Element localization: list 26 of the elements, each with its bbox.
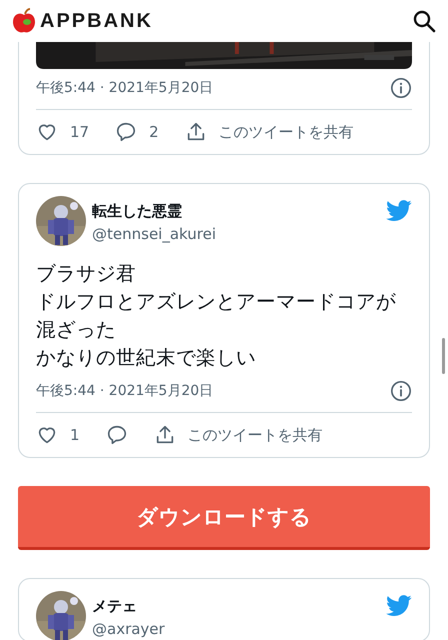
apple-logo-icon xyxy=(12,8,36,34)
user-name: メテェ xyxy=(92,597,138,616)
tweet-text: ドルフロとアズレンとアーマードコアが xyxy=(36,289,397,315)
logo-text[interactable]: APPBANK xyxy=(40,10,153,32)
tweet-time[interactable]: 午後5:44 · 2021年5月20日 xyxy=(36,382,214,400)
tweet-text: ブラサジ君 xyxy=(36,261,137,287)
info-icon[interactable] xyxy=(390,77,412,99)
user-name: 転生した悪霊 xyxy=(92,202,183,221)
user-handle: @axrayer xyxy=(92,620,166,638)
speech-bubble-icon[interactable] xyxy=(115,121,138,143)
tweet-time[interactable]: 午後5:44 · 2021年5月20日 xyxy=(36,79,214,97)
bird-icon xyxy=(386,200,412,222)
like-count: 1 xyxy=(70,426,80,444)
speech-bubble-icon[interactable] xyxy=(106,424,128,446)
reply-count: 2 xyxy=(149,123,159,141)
tweet-text: 混ざった xyxy=(36,317,117,343)
like-count: 17 xyxy=(70,123,90,141)
search-icon[interactable] xyxy=(412,9,436,33)
user-handle: @tennsei_akurei xyxy=(92,225,217,243)
info-icon[interactable] xyxy=(390,380,412,402)
share-link[interactable]: このツイートを共有 xyxy=(188,426,323,444)
bird-icon xyxy=(386,595,412,617)
share-link[interactable]: このツイートを共有 xyxy=(218,122,354,142)
scrollbar-thumb[interactable] xyxy=(442,338,445,374)
tweet-text: かなりの世紀末で楽しい xyxy=(36,345,257,371)
download-button[interactable]: ダウンロードする xyxy=(18,486,430,550)
